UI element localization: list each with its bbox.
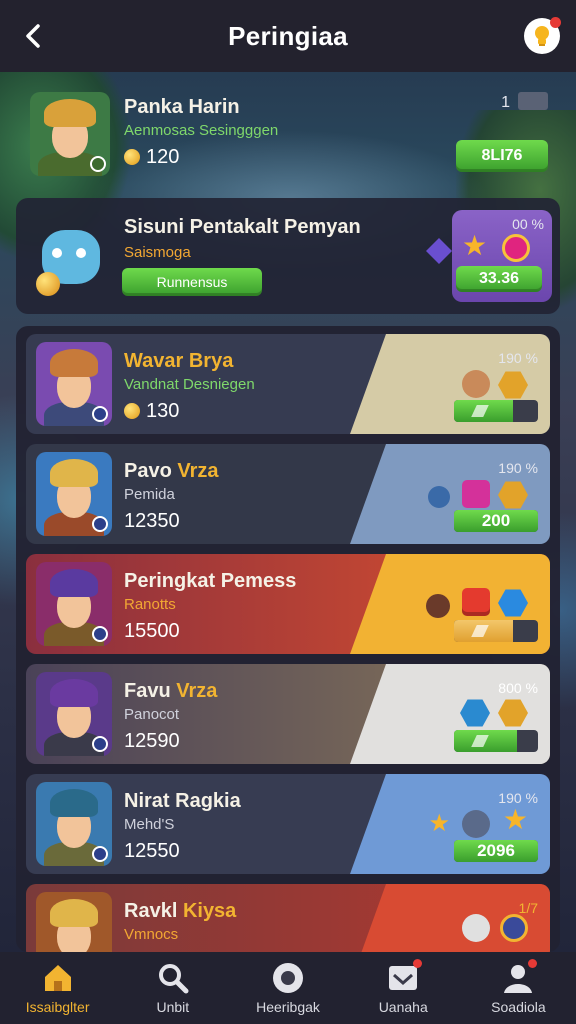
challenge-title: Sisuni Pentakalt Pemyan — [124, 216, 361, 238]
pet-icon — [462, 914, 490, 942]
player-subtitle: Vandnat Desniegen — [124, 376, 255, 393]
gift-icon — [462, 588, 490, 616]
compass-icon — [271, 961, 305, 995]
list-item[interactable]: Favu Vrza Panocot 12590 800 % — [26, 664, 550, 764]
page-title: Peringiaa — [228, 20, 348, 51]
player-name: Pavo Vrza — [124, 460, 219, 482]
swap-icon[interactable] — [518, 92, 548, 110]
star-icon: ★ — [428, 810, 450, 837]
star-icon: ★ — [502, 804, 528, 835]
nav-inbox[interactable]: Uanaha — [346, 952, 461, 1024]
avatar — [36, 782, 112, 866]
nav-search[interactable]: Unbit — [115, 952, 230, 1024]
progress-bar: 2096 — [454, 840, 538, 862]
avatar — [34, 212, 106, 298]
hint-bulb-icon[interactable] — [524, 17, 561, 54]
badge-icon — [500, 914, 528, 942]
player-name: Ravkl Kiysa — [124, 900, 237, 922]
player-name: Panka Harin — [124, 96, 240, 118]
challenge-card[interactable]: Sisuni Pentakalt Pemyan Saismoga Runnens… — [16, 198, 560, 314]
player-score: 12350 — [124, 510, 180, 532]
player-subtitle: Pemida — [124, 486, 175, 503]
player-score: 12550 — [124, 840, 180, 862]
rank-percent: 800 % — [498, 680, 538, 696]
player-subtitle: Panocot — [124, 706, 180, 723]
nav-home[interactable]: Issaibglter — [0, 952, 115, 1024]
notification-dot — [550, 17, 561, 28]
list-item[interactable]: Nirat Ragkia Mehd'S 12550 190 % ★ ★ 2096 — [26, 774, 550, 874]
player-subtitle: Mehd'S — [124, 816, 175, 833]
progress-bar — [454, 730, 538, 752]
coin-icon — [124, 403, 140, 419]
nav-profile[interactable]: Soadiola — [461, 952, 576, 1024]
avatar — [36, 562, 112, 646]
player-name: Peringkat Pemess — [124, 570, 297, 592]
top-bar: Peringiaa — [0, 0, 576, 72]
avatar — [36, 342, 112, 426]
player-name: Nirat Ragkia — [124, 790, 241, 812]
search-icon — [156, 961, 190, 995]
back-arrow-icon[interactable] — [20, 22, 48, 50]
nav-explore[interactable]: Heeribgak — [230, 952, 345, 1024]
avatar — [30, 92, 110, 176]
rank-percent: 190 % — [498, 460, 538, 476]
gem-icon — [426, 238, 452, 264]
gift-icon — [462, 480, 490, 508]
progress-bar — [454, 620, 538, 642]
avatar — [36, 452, 112, 536]
player-subtitle: Ranotts — [124, 596, 176, 613]
paw-icon — [426, 594, 450, 618]
home-icon — [41, 961, 75, 995]
list-item[interactable]: Wavar Brya Vandnat Desniegen 130 190 % — [26, 334, 550, 434]
player-score: 12590 — [124, 730, 180, 752]
bottom-nav: Issaibglter Unbit Heeribgak Uanaha Soadi… — [0, 952, 576, 1024]
player-score: 120 — [124, 146, 179, 169]
reward-points[interactable]: 33.36 — [456, 266, 542, 292]
featured-button[interactable]: 8LI76 — [456, 140, 548, 172]
challenge-button[interactable]: Runnensus — [122, 268, 262, 296]
progress-bar — [454, 400, 538, 422]
rank-number: 1 — [501, 94, 510, 111]
rank-percent: 190 % — [498, 350, 538, 366]
reward-box[interactable]: 00 % ★ 33.36 — [452, 210, 552, 302]
coin-icon — [124, 149, 140, 165]
rank-percent: 1/7 — [518, 900, 538, 916]
player-subtitle: Aenmosas Sesingggen — [124, 122, 279, 139]
challenge-subtitle: Saismoga — [124, 244, 191, 261]
progress-bar: 200 — [454, 510, 538, 532]
pet-icon — [462, 370, 490, 398]
ranking-list: Wavar Brya Vandnat Desniegen 130 190 % P… — [16, 326, 560, 952]
notification-dot — [528, 959, 538, 968]
list-item[interactable]: Peringkat Pemess Ranotts 15500 — [26, 554, 550, 654]
star-icon: ★ — [462, 230, 488, 261]
featured-player-card[interactable]: Panka Harin Aenmosas Sesingggen 120 1 8L… — [16, 84, 560, 194]
list-item[interactable]: Pavo Vrza Pemida 12350 190 % 200 — [26, 444, 550, 544]
notification-dot — [413, 959, 423, 968]
reward-percent: 00 % — [512, 216, 544, 232]
orb-icon — [428, 486, 450, 508]
player-name: Wavar Brya — [124, 350, 234, 372]
list-item[interactable]: Ravkl Kiysa Vmnocs 1/7 — [26, 884, 550, 952]
player-subtitle: Vmnocs — [124, 926, 179, 943]
pet-icon — [462, 810, 490, 838]
player-score: 130 — [124, 400, 179, 423]
inbox-icon — [386, 959, 423, 995]
profile-icon — [501, 959, 538, 995]
avatar — [36, 892, 112, 952]
avatar — [36, 672, 112, 756]
player-name: Favu Vrza — [124, 680, 218, 702]
player-score: 15500 — [124, 620, 180, 642]
badge-icon — [502, 234, 530, 262]
